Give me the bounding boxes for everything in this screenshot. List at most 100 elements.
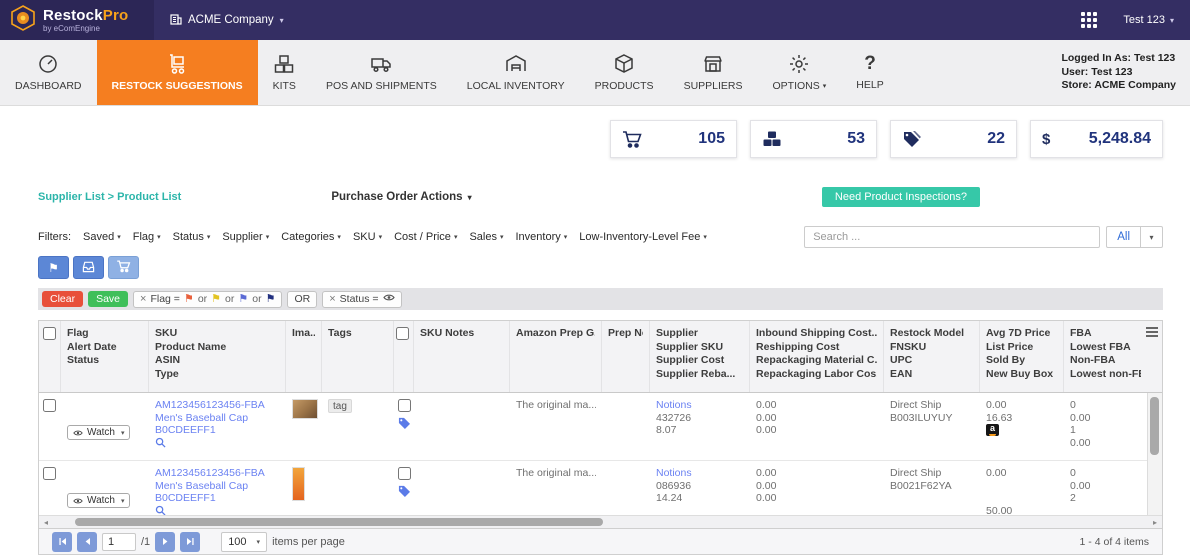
clear-filters-button[interactable]: Clear [42,291,83,307]
tag-icon[interactable] [398,485,410,500]
user-menu[interactable]: Test 123 ▾ [1123,14,1174,26]
flag-view-button[interactable]: ⚑ [38,256,69,279]
product-name-link[interactable]: Men's Baseball Cap [155,480,280,493]
eye-icon [73,429,83,437]
column-header-checkbox [394,321,414,392]
column-header-prep-notes[interactable]: Prep Not... [602,321,650,392]
supplier-link[interactable]: Notions [656,399,744,412]
horizontal-scrollbar-thumb[interactable] [75,518,603,526]
tag-chip[interactable]: tag [328,399,352,413]
filter-low-inventory-level-fee[interactable]: Low-Inventory-Level Fee▾ [579,231,707,243]
column-header-price[interactable]: Avg 7D Price List Price Sold By New Buy … [980,321,1064,392]
kits-icon [273,53,295,75]
filter-status[interactable]: Status▾ [173,231,211,243]
last-page-button[interactable] [180,532,200,552]
filter-sku[interactable]: SKU▾ [353,231,382,243]
status-filter-chip[interactable]: × Status = [322,291,401,308]
asin-link[interactable]: B0CDEEFF1 [155,424,280,437]
column-header-sku-notes[interactable]: SKU Notes [414,321,510,392]
remove-filter-icon[interactable]: × [140,294,146,305]
save-filters-button[interactable]: Save [88,291,128,307]
stat-orders[interactable]: 105 [610,120,737,158]
supplier-link[interactable]: Notions [656,467,744,480]
stat-total[interactable]: $ 5,248.84 [1030,120,1163,158]
filter-flag[interactable]: Flag▾ [133,231,161,243]
row-tag-checkbox[interactable] [398,467,411,480]
column-header-amazon-prep[interactable]: Amazon Prep G... [510,321,602,392]
nav-suppliers[interactable]: SUPPLIERS [669,40,758,105]
filter-cost-price[interactable]: Cost / Price▾ [394,231,457,243]
vertical-scrollbar-thumb[interactable] [1150,397,1159,455]
warehouse-icon [505,53,527,75]
row-tag-checkbox[interactable] [398,399,411,412]
breadcrumb[interactable]: Supplier List > Product List [38,191,181,203]
nav-kits[interactable]: KITS [258,40,311,105]
next-page-button[interactable] [155,532,175,552]
logo-byline: by eComEngine [43,25,128,33]
nav-help[interactable]: ? HELP [841,40,898,105]
select-all-checkbox[interactable] [43,327,56,340]
table-row: Watch ▾ AM123456123456-FBA Men's Basebal… [39,461,1162,515]
previous-page-button[interactable] [77,532,97,552]
scroll-right-icon[interactable]: ▸ [1148,516,1162,528]
items-per-page-select[interactable]: 100 ▾ [221,532,267,552]
filter-categories[interactable]: Categories▾ [281,231,341,243]
sku-link[interactable]: AM123456123456-FBA [155,399,280,412]
nav-local-inventory[interactable]: LOCAL INVENTORY [452,40,580,105]
column-header-restock-model[interactable]: Restock Model FNSKU UPC EAN [884,321,980,392]
caret-down-icon: ▾ [337,233,341,241]
filter-inventory[interactable]: Inventory▾ [516,231,568,243]
column-menu-icon[interactable] [1146,327,1158,337]
nav-options[interactable]: OPTIONS ▾ [758,40,842,105]
or-operator-chip[interactable]: OR [287,291,317,308]
restockpro-logo[interactable]: RestockPro by eComEngine [0,0,154,40]
product-image[interactable] [292,467,305,501]
nav-products[interactable]: PRODUCTS [580,40,669,105]
cart-view-button[interactable] [108,256,139,279]
stat-tags[interactable]: 22 [890,120,1017,158]
row-checkbox[interactable] [43,399,56,412]
status-select[interactable]: Watch ▾ [67,425,130,440]
column-header-fba[interactable]: FBA Lowest FBA Non-FBA Lowest non-FB... [1064,321,1147,392]
search-input[interactable] [804,226,1100,248]
filter-sales[interactable]: Sales▾ [469,231,503,243]
supplier-sku: 432726 [656,412,744,425]
nav-pos-and-shipments[interactable]: POS AND SHIPMENTS [311,40,452,105]
inbox-view-button[interactable] [73,256,104,279]
horizontal-scrollbar[interactable]: ◂ ▸ [39,515,1162,528]
scroll-left-icon[interactable]: ◂ [39,516,53,528]
apps-grid-icon[interactable] [1081,12,1097,28]
asin-link[interactable]: B0CDEEFF1 [155,492,280,505]
search-product-icon[interactable] [155,507,166,516]
column-header-sku[interactable]: SKU Product Name ASIN Type [149,321,286,392]
remove-filter-icon[interactable]: × [329,294,335,305]
column-header-inbound-costs[interactable]: Inbound Shipping Cost... Reshipping Cost… [750,321,884,392]
caret-down-icon: ▾ [157,233,161,241]
column-header-flag[interactable]: Flag Alert Date Status [61,321,149,392]
company-selector[interactable]: ACME Company ▾ [170,13,284,28]
select-all-tags-checkbox[interactable] [396,327,409,340]
search-scope-dropdown[interactable]: All ▾ [1106,226,1163,248]
product-image[interactable] [292,399,318,419]
search-product-icon[interactable] [155,439,166,451]
page-number-input[interactable] [102,533,136,551]
status-select[interactable]: Watch ▾ [67,493,130,508]
nav-restock-suggestions[interactable]: RESTOCK SUGGESTIONS [97,40,258,105]
filter-supplier[interactable]: Supplier▾ [222,231,269,243]
filter-saved[interactable]: Saved▾ [83,231,121,243]
row-checkbox[interactable] [43,467,56,480]
column-header-tags[interactable]: Tags [322,321,394,392]
flag-filter-chip[interactable]: × Flag = ⚑ or ⚑ or ⚑ or ⚑ [133,291,282,308]
need-product-inspections-button[interactable]: Need Product Inspections? [822,187,980,207]
first-page-button[interactable] [52,532,72,552]
product-name-link[interactable]: Men's Baseball Cap [155,412,280,425]
purchase-order-actions-menu[interactable]: Purchase Order Actions ▾ [331,191,471,203]
tag-icon[interactable] [398,417,410,432]
column-header-image[interactable]: Ima... [286,321,322,392]
sku-link[interactable]: AM123456123456-FBA [155,467,280,480]
nav-dashboard[interactable]: DASHBOARD [0,40,97,105]
column-header-supplier[interactable]: Supplier Supplier SKU Supplier Cost Supp… [650,321,750,392]
vertical-scrollbar[interactable] [1147,393,1162,515]
eye-icon [73,497,83,505]
stat-units[interactable]: 53 [750,120,877,158]
